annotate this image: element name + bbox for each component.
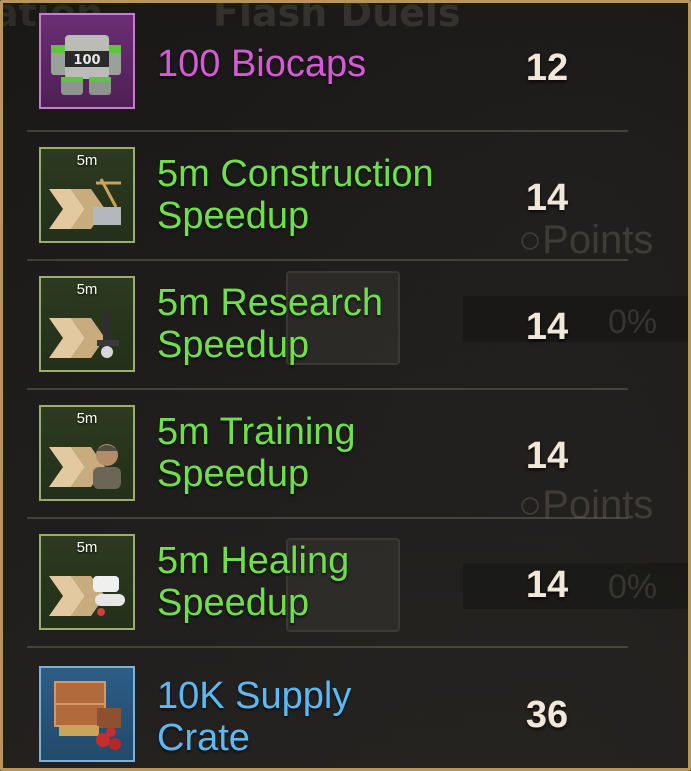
construction-speedup-icon: 5m (39, 147, 135, 243)
biocaps-icon: 100 (39, 13, 135, 109)
duration-tag: 5m (76, 410, 98, 427)
reward-name-line2: Speedup (157, 195, 310, 237)
duration-tag: 5m (76, 539, 98, 556)
training-speedup-icon: 5m (39, 405, 135, 501)
reward-name-line2: Speedup (157, 582, 310, 624)
reward-name-line2: Speedup (157, 324, 310, 366)
duration-tag: 5m (76, 152, 98, 169)
reward-row: 5m 5m Research Speedup 14 (27, 261, 628, 390)
reward-name-line1: 10K Supply (157, 675, 352, 717)
reward-value: 14 (525, 177, 569, 219)
reward-value: 14 (525, 435, 569, 477)
research-speedup-icon: 5m (39, 276, 135, 372)
reward-row: 100 100 Biocaps 12 (27, 3, 628, 132)
reward-row: 5m 5m Construction Speedup 14 (27, 132, 628, 261)
supply-crate-icon (39, 666, 135, 762)
reward-value: 36 (525, 694, 569, 736)
reward-row: 5m 5m Training Speedup 14 (27, 390, 628, 519)
duration-tag: 5m (76, 281, 98, 298)
rewards-panel: ation Flash Duels ○Points 0% ○Points 0% … (0, 0, 691, 771)
reward-row: 5m 5m Healing Speedup 14 (27, 519, 628, 648)
healing-speedup-icon: 5m (39, 534, 135, 630)
biocaps-amount: 100 (73, 53, 100, 68)
reward-name-line2: Crate (157, 717, 250, 759)
reward-name-line1: 5m Research (157, 282, 383, 324)
reward-name-line1: 5m Construction (157, 153, 434, 195)
reward-row: 10K Supply Crate 36 (27, 648, 628, 768)
reward-name: 100 Biocaps (157, 43, 367, 85)
reward-name-line1: 5m Healing (157, 540, 350, 582)
reward-value: 12 (525, 47, 569, 89)
reward-name-line2: Speedup (157, 453, 310, 495)
reward-value: 14 (525, 564, 569, 606)
reward-name-line1: 5m Training (157, 411, 356, 453)
reward-value: 14 (525, 306, 569, 348)
